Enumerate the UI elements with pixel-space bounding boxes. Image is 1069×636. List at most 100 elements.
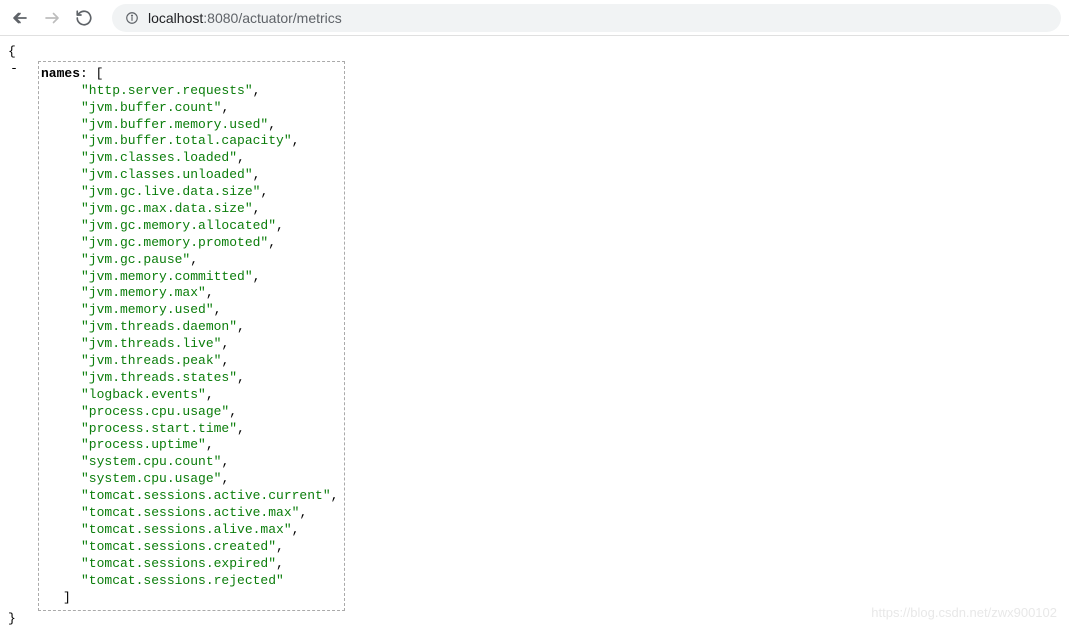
json-string-value: "jvm.memory.used" [81, 302, 214, 317]
json-string-value: "http.server.requests" [81, 83, 253, 98]
comma: , [292, 522, 300, 537]
json-string-item: "jvm.classes.unloaded", [81, 167, 338, 184]
json-string-value: "jvm.threads.live" [81, 336, 221, 351]
json-viewer: { - names: [ "http.server.requests","jvm… [0, 36, 1069, 636]
json-string-value: "jvm.gc.memory.promoted" [81, 235, 268, 250]
json-string-value: "system.cpu.usage" [81, 471, 221, 486]
comma: , [237, 150, 245, 165]
address-bar[interactable]: localhost:8080/actuator/metrics [112, 4, 1061, 32]
json-string-item: "jvm.memory.committed", [81, 269, 338, 286]
json-string-item: "http.server.requests", [81, 83, 338, 100]
comma: , [221, 454, 229, 469]
comma: , [253, 167, 261, 182]
json-string-value: "jvm.gc.live.data.size" [81, 184, 260, 199]
json-string-item: "jvm.buffer.memory.used", [81, 117, 338, 134]
json-string-value: "tomcat.sessions.alive.max" [81, 522, 292, 537]
json-string-item: "process.uptime", [81, 437, 338, 454]
open-brace: { [8, 44, 1061, 61]
json-key-names: names [41, 66, 80, 81]
json-string-item: "system.cpu.usage", [81, 471, 338, 488]
comma: , [331, 488, 339, 503]
json-string-value: "jvm.threads.states" [81, 370, 237, 385]
url-port: :8080 [203, 10, 238, 26]
json-string-item: "jvm.gc.pause", [81, 252, 338, 269]
json-string-value: "tomcat.sessions.rejected" [81, 573, 284, 588]
url-host: localhost [148, 10, 203, 26]
comma: , [276, 539, 284, 554]
json-string-value: "jvm.buffer.memory.used" [81, 117, 268, 132]
json-string-item: "jvm.buffer.count", [81, 100, 338, 117]
json-string-item: "tomcat.sessions.expired", [81, 556, 338, 573]
info-icon[interactable] [124, 10, 140, 26]
comma: , [268, 235, 276, 250]
json-string-item: "process.start.time", [81, 421, 338, 438]
json-string-value: "jvm.gc.max.data.size" [81, 201, 253, 216]
json-string-value: "tomcat.sessions.active.current" [81, 488, 331, 503]
json-string-value: "jvm.buffer.count" [81, 100, 221, 115]
json-string-item: "jvm.memory.used", [81, 302, 338, 319]
json-string-item: "jvm.gc.memory.allocated", [81, 218, 338, 235]
comma: , [299, 505, 307, 520]
comma: , [221, 100, 229, 115]
comma: , [237, 370, 245, 385]
json-string-item: "jvm.classes.loaded", [81, 150, 338, 167]
url-path: /actuator/metrics [238, 10, 341, 26]
json-object-block: names: [ "http.server.requests","jvm.buf… [38, 61, 345, 612]
comma: , [221, 353, 229, 368]
comma: , [190, 252, 198, 267]
json-string-value: "tomcat.sessions.expired" [81, 556, 276, 571]
json-string-value: "jvm.gc.pause" [81, 252, 190, 267]
json-string-item: "tomcat.sessions.active.max", [81, 505, 338, 522]
json-string-item: "tomcat.sessions.created", [81, 539, 338, 556]
json-string-value: "jvm.gc.memory.allocated" [81, 218, 276, 233]
comma: , [221, 336, 229, 351]
forward-button[interactable] [40, 6, 64, 30]
json-string-item: "logback.events", [81, 387, 338, 404]
json-string-item: "tomcat.sessions.active.current", [81, 488, 338, 505]
comma: , [214, 302, 222, 317]
comma: , [253, 201, 261, 216]
comma: , [237, 421, 245, 436]
comma: , [276, 556, 284, 571]
browser-toolbar: localhost:8080/actuator/metrics [0, 0, 1069, 36]
close-bracket: ] [63, 590, 71, 605]
comma: , [276, 218, 284, 233]
comma: , [221, 471, 229, 486]
json-string-item: "tomcat.sessions.alive.max", [81, 522, 338, 539]
back-button[interactable] [8, 6, 32, 30]
comma: , [253, 269, 261, 284]
comma: , [253, 83, 261, 98]
json-string-value: "process.start.time" [81, 421, 237, 436]
json-key-line: names: [ [41, 66, 338, 83]
json-string-value: "process.cpu.usage" [81, 404, 229, 419]
reload-button[interactable] [72, 6, 96, 30]
json-string-value: "tomcat.sessions.created" [81, 539, 276, 554]
comma: , [206, 437, 214, 452]
json-string-item: "jvm.gc.live.data.size", [81, 184, 338, 201]
json-string-value: "tomcat.sessions.active.max" [81, 505, 299, 520]
json-string-item: "jvm.gc.memory.promoted", [81, 235, 338, 252]
json-string-value: "system.cpu.count" [81, 454, 221, 469]
json-string-item: "jvm.memory.max", [81, 285, 338, 302]
json-string-value: "jvm.threads.peak" [81, 353, 221, 368]
collapse-toggle[interactable]: - [8, 61, 20, 78]
watermark: https://blog.csdn.net/zwx900102 [871, 605, 1057, 620]
json-string-item: "jvm.gc.max.data.size", [81, 201, 338, 218]
json-array: "http.server.requests","jvm.buffer.count… [81, 83, 338, 590]
comma: , [237, 319, 245, 334]
url-text: localhost:8080/actuator/metrics [148, 10, 342, 26]
comma: , [268, 117, 276, 132]
json-string-value: "jvm.memory.committed" [81, 269, 253, 284]
json-string-item: "tomcat.sessions.rejected" [81, 573, 338, 590]
json-string-item: "jvm.threads.live", [81, 336, 338, 353]
json-string-value: "logback.events" [81, 387, 206, 402]
json-string-item: "jvm.buffer.total.capacity", [81, 133, 338, 150]
comma: , [206, 387, 214, 402]
json-string-item: "process.cpu.usage", [81, 404, 338, 421]
comma: , [206, 285, 214, 300]
json-string-value: "jvm.classes.loaded" [81, 150, 237, 165]
json-string-item: "jvm.threads.states", [81, 370, 338, 387]
json-string-value: "jvm.memory.max" [81, 285, 206, 300]
comma: , [292, 133, 300, 148]
json-string-item: "jvm.threads.daemon", [81, 319, 338, 336]
